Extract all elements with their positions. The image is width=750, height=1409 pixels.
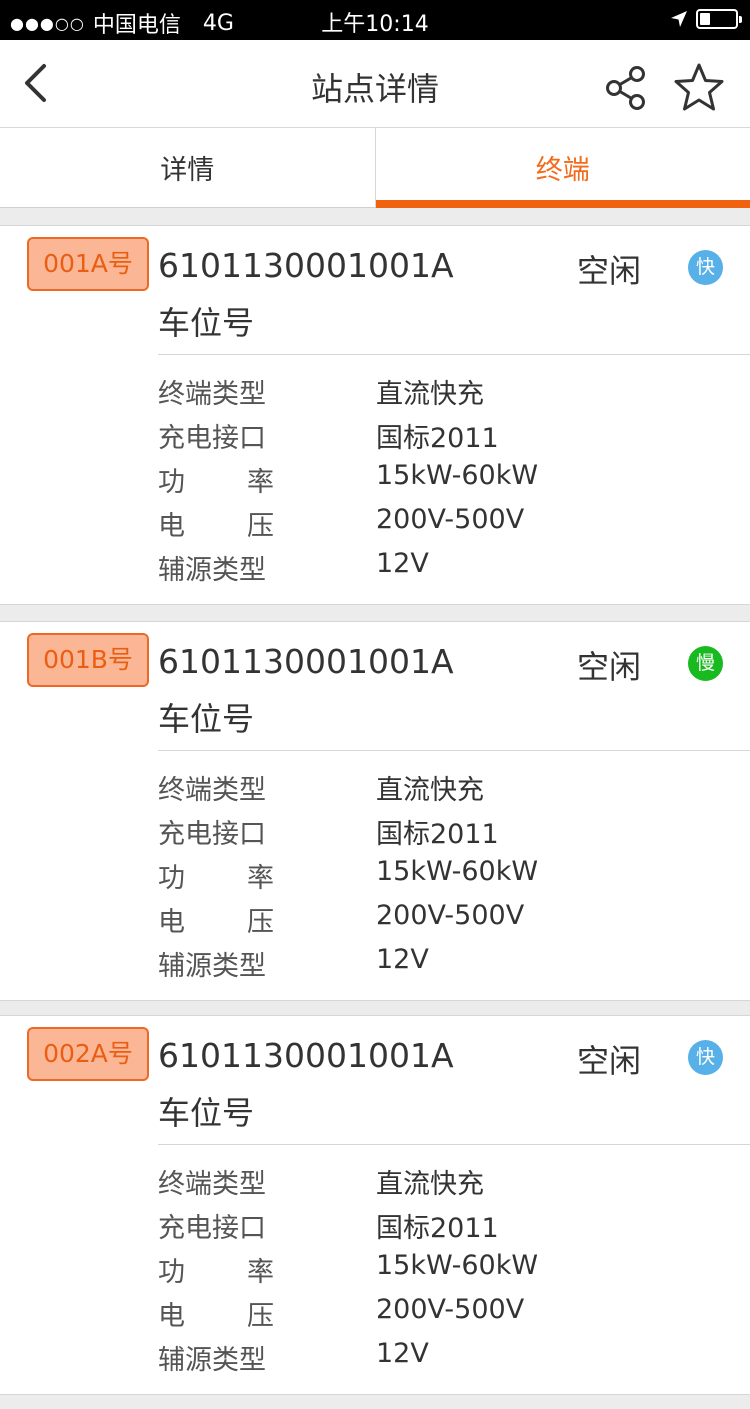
parking-slot-label: 车位号 (158, 1094, 255, 1132)
spec-label: 充电接口 (158, 819, 266, 850)
spec-value: 国标2011 (376, 1213, 499, 1244)
slow-charge-badge: 慢 (688, 646, 723, 681)
terminal-number-badge: 001A号 (27, 237, 149, 291)
spec-label: 电压 (158, 907, 274, 938)
share-icon (606, 66, 645, 110)
favorite-button[interactable] (672, 62, 726, 114)
spec-row-aux: 辅源类型 12V (158, 944, 718, 988)
parking-slot-label: 车位号 (158, 700, 255, 738)
terminal-card[interactable]: 001A号 6101130001001A 车位号 空闲 快 终端类型 直流快充 … (0, 225, 750, 605)
terminal-card[interactable]: 001B号 6101130001001A 车位号 空闲 慢 终端类型 直流快充 … (0, 621, 750, 1001)
divider (158, 1144, 750, 1145)
terminal-status: 空闲 (577, 252, 642, 290)
spec-value: 200V-500V (376, 1294, 525, 1325)
spec-label: 辅源类型 (158, 555, 266, 586)
spec-label: 充电接口 (158, 423, 266, 454)
spec-row-connector: 充电接口 国标2011 (158, 416, 718, 460)
spec-row-connector: 充电接口 国标2011 (158, 812, 718, 856)
fast-charge-badge: 快 (688, 250, 723, 285)
terminal-card[interactable]: 002A号 6101130001001A 车位号 空闲 快 终端类型 直流快充 … (0, 1015, 750, 1395)
status-bar: ●●●○○ 中国电信 4G 上午10:14 (0, 0, 750, 40)
spec-label: 终端类型 (158, 1169, 266, 1200)
spec-value: 15kW-60kW (376, 856, 539, 887)
parking-slot-label: 车位号 (158, 304, 255, 342)
star-icon (674, 63, 724, 111)
spec-row-type: 终端类型 直流快充 (158, 1162, 718, 1206)
spec-label: 功率 (158, 1257, 274, 1288)
spec-list: 终端类型 直流快充 充电接口 国标2011 功率 15kW-60kW 电压 20… (158, 372, 718, 592)
spec-label: 终端类型 (158, 775, 266, 806)
terminal-code: 6101130001001A (158, 642, 454, 681)
tab-details[interactable]: 详情 (0, 128, 375, 207)
spec-value: 直流快充 (376, 1169, 484, 1200)
terminal-code: 6101130001001A (158, 1036, 454, 1075)
terminal-status: 空闲 (577, 648, 642, 686)
spec-value: 12V (376, 1338, 429, 1369)
spec-row-power: 功率 15kW-60kW (158, 1250, 718, 1294)
location-icon (671, 11, 687, 27)
spec-value: 直流快充 (376, 775, 484, 806)
spec-row-connector: 充电接口 国标2011 (158, 1206, 718, 1250)
spec-label: 功率 (158, 863, 274, 894)
spec-label: 辅源类型 (158, 951, 266, 982)
share-button[interactable] (602, 64, 650, 112)
terminal-number-badge: 001B号 (27, 633, 149, 687)
spec-row-type: 终端类型 直流快充 (158, 768, 718, 812)
tab-terminals[interactable]: 终端 (374, 128, 750, 208)
spec-row-type: 终端类型 直流快充 (158, 372, 718, 416)
battery-icon (696, 9, 742, 29)
tab-bar: 详情 终端 (0, 128, 750, 208)
spec-value: 直流快充 (376, 379, 484, 410)
spec-row-voltage: 电压 200V-500V (158, 900, 718, 944)
spec-value: 国标2011 (376, 423, 499, 454)
spec-value: 12V (376, 944, 429, 975)
divider (158, 750, 750, 751)
status-time: 上午10:14 (321, 12, 429, 37)
spec-label: 充电接口 (158, 1213, 266, 1244)
spec-value: 12V (376, 548, 429, 579)
terminal-code: 6101130001001A (158, 246, 454, 285)
divider (158, 354, 750, 355)
spec-list: 终端类型 直流快充 充电接口 国标2011 功率 15kW-60kW 电压 20… (158, 1162, 718, 1382)
spec-value: 国标2011 (376, 819, 499, 850)
spec-row-power: 功率 15kW-60kW (158, 856, 718, 900)
spec-label: 电压 (158, 1301, 274, 1332)
spec-row-aux: 辅源类型 12V (158, 548, 718, 592)
spec-label: 功率 (158, 467, 274, 498)
status-right (670, 9, 742, 29)
fast-charge-badge: 快 (688, 1040, 723, 1075)
spec-label: 电压 (158, 511, 274, 542)
spec-value: 200V-500V (376, 900, 525, 931)
spec-row-aux: 辅源类型 12V (158, 1338, 718, 1382)
terminal-number-badge: 002A号 (27, 1027, 149, 1081)
spec-label: 辅源类型 (158, 1345, 266, 1376)
terminal-status: 空闲 (577, 1042, 642, 1080)
nav-bar: 站点详情 (0, 40, 750, 128)
spec-value: 200V-500V (376, 504, 525, 535)
spec-list: 终端类型 直流快充 充电接口 国标2011 功率 15kW-60kW 电压 20… (158, 768, 718, 988)
spec-label: 终端类型 (158, 379, 266, 410)
spec-row-voltage: 电压 200V-500V (158, 504, 718, 548)
spec-value: 15kW-60kW (376, 460, 539, 491)
spec-row-power: 功率 15kW-60kW (158, 460, 718, 504)
spec-value: 15kW-60kW (376, 1250, 539, 1281)
spec-row-voltage: 电压 200V-500V (158, 1294, 718, 1338)
